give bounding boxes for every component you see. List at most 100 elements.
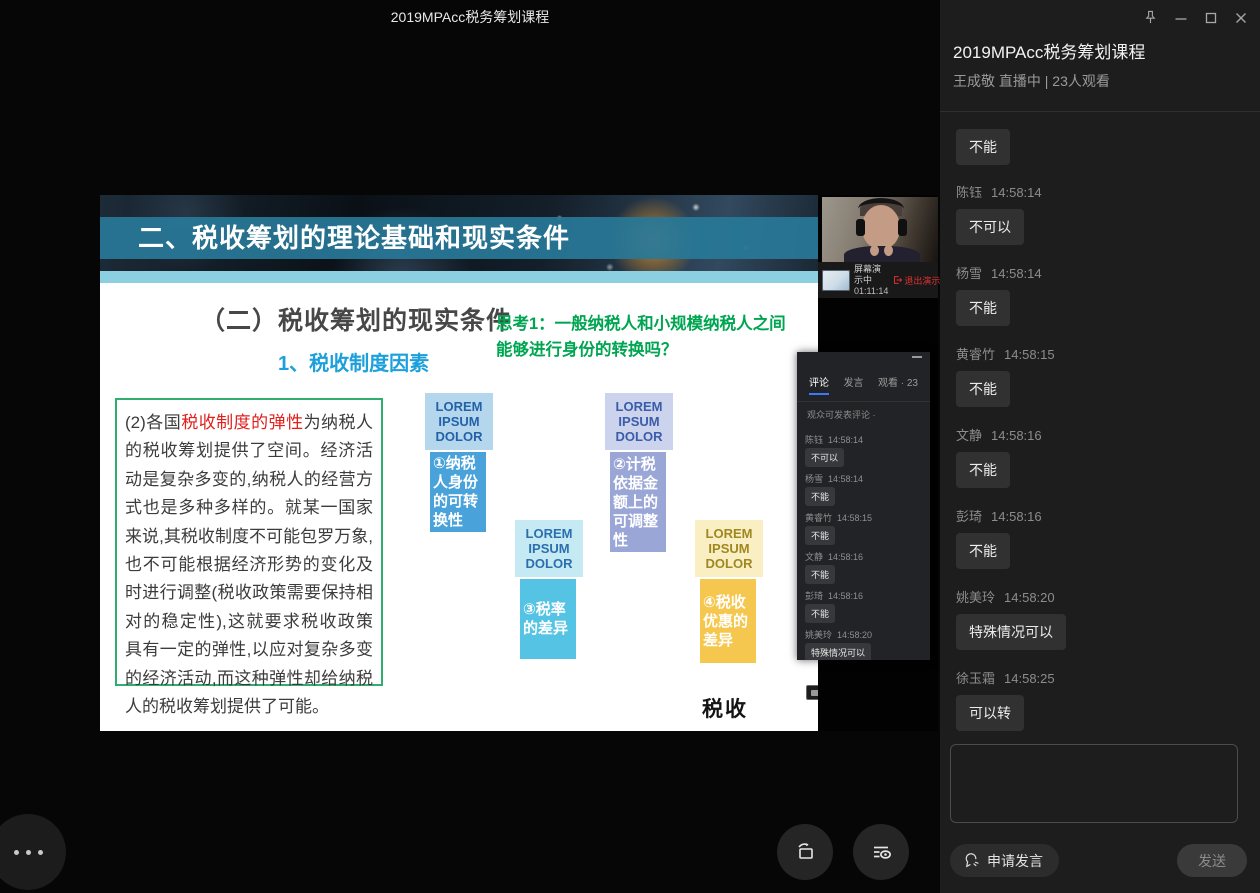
chat-time: 14:58:16 xyxy=(991,428,1042,443)
exit-icon xyxy=(892,275,902,285)
minimize-button[interactable] xyxy=(1174,11,1188,25)
message-input[interactable] xyxy=(950,744,1238,823)
floating-chat-message: 陈钰14:58:14 不可以 xyxy=(805,433,922,467)
chat-time: 14:58:16 xyxy=(991,509,1042,524)
chat-bubble: 不能 xyxy=(956,129,1010,165)
request-speak-label: 申请发言 xyxy=(987,851,1043,871)
chat-sidebar: 2019MPAcc税务筹划课程 王成敬 直播中 | 23人观看 不能 陈钰14:… xyxy=(940,0,1260,893)
window-controls xyxy=(1143,10,1248,25)
watch-list-button[interactable] xyxy=(853,824,909,880)
slide-footnote: 税收 xyxy=(702,693,748,723)
presenter-webcam xyxy=(822,197,938,262)
floating-chat-bubble: 不能 xyxy=(805,604,835,623)
floating-chat-time: 14:58:16 xyxy=(828,552,863,562)
webcam-hand-right xyxy=(884,245,893,256)
paragraph-highlight: 税收制度的弹性 xyxy=(181,413,303,432)
slide-banner-title: 二、税收筹划的理论基础和现实条件 xyxy=(100,217,818,259)
floating-chat-author: 文静 xyxy=(805,552,823,562)
chat-time: 14:58:20 xyxy=(1004,590,1055,605)
chat-message-list[interactable]: 不能 陈钰14:58:14 不可以 杨雪 14:58:14 不能 黄睿竹 14:58… xyxy=(940,112,1260,734)
chat-time: 14:58:25 xyxy=(1004,671,1055,686)
webcam-hand-left xyxy=(870,245,879,256)
chat-message: 杨雪 14:58:14 不能 xyxy=(956,263,1244,326)
concept-box-header: LOREM IPSUM DOLOR xyxy=(605,393,673,450)
presentation-slide: 二、税收筹划的理论基础和现实条件 （二）税收筹划的现实条件 1、税收制度因素 思… xyxy=(100,195,818,731)
concept-box-label: ②计税依据金额上的可调整性 xyxy=(610,452,666,552)
stream-title: 2019MPAcc税务筹划课程 xyxy=(0,7,940,27)
minimize-icon xyxy=(1174,11,1188,25)
panel-minimize-icon xyxy=(912,356,922,358)
floating-chat-bubble: 不能 xyxy=(805,487,835,506)
chat-author: 徐玉霜 xyxy=(956,671,995,686)
switch-screen-button[interactable] xyxy=(777,824,833,880)
floating-chat-author: 陈钰 xyxy=(805,435,823,445)
webcam-earcup-right xyxy=(898,219,907,236)
floating-chat-message: 黄睿竹 14:58:15 不能 xyxy=(805,511,922,545)
tray-camera-icon xyxy=(811,690,818,696)
chat-bubble: 不可以 xyxy=(956,209,1024,245)
slide-question: 思考1：一般纳税人和小规模纳税人之间 能够进行身份的转换吗？ xyxy=(496,311,811,363)
webcam-headphones xyxy=(858,198,904,220)
slide-question-line1: 思考1：一般纳税人和小规模纳税人之间 xyxy=(496,311,811,337)
chat-time: 14:58:14 xyxy=(991,266,1042,281)
screen-thumbnail xyxy=(822,270,850,291)
floating-chat-message: 彭琦14:58:16 不能 xyxy=(805,589,922,623)
close-button[interactable] xyxy=(1234,11,1248,25)
chat-bubble: 不能 xyxy=(956,452,1010,488)
request-speak-button[interactable]: 申请发言 xyxy=(950,844,1059,877)
chat-author: 黄睿竹 xyxy=(956,347,995,362)
course-title: 2019MPAcc税务筹划课程 xyxy=(953,38,1145,63)
floating-chat-bubble: 不能 xyxy=(805,526,835,545)
slide-subheading: 1、税收制度因素 xyxy=(278,347,429,376)
floating-chat-author: 黄睿竹 xyxy=(805,513,832,523)
floating-chat-message: 姚美玲14:58:20 特殊情况可以 xyxy=(805,628,922,660)
floating-chat-author: 姚美玲 xyxy=(805,630,832,640)
floating-chat-tabs: 评论 发言 观看 · 23 xyxy=(797,352,930,401)
chat-message: 陈钰14:58:14 不可以 xyxy=(956,182,1244,245)
concept-box: LOREM IPSUM DOLOR ②计税依据金额上的可调整性 xyxy=(605,393,673,552)
exit-label: 退出演示 xyxy=(904,274,940,287)
floating-chat-bubble: 不能 xyxy=(805,565,835,584)
floating-chat-bubble: 不可以 xyxy=(805,448,844,467)
concept-box: LOREM IPSUM DOLOR ④税收优惠的差异 xyxy=(695,520,763,663)
chat-bubble: 不能 xyxy=(956,533,1010,569)
chat-message: 不能 xyxy=(956,129,1244,165)
close-icon xyxy=(1234,11,1248,25)
floating-chat-message: 文静 14:58:16 不能 xyxy=(805,550,922,584)
chat-message: 徐玉霜 14:58:25 可以转 xyxy=(956,668,1244,731)
floating-chat-time: 14:58:15 xyxy=(837,513,872,523)
concept-box-label: ③税率的差异 xyxy=(520,579,576,659)
maximize-icon xyxy=(1204,11,1218,25)
maximize-button[interactable] xyxy=(1204,11,1218,25)
send-button[interactable]: 发送 xyxy=(1177,844,1247,877)
speak-icon xyxy=(962,851,981,870)
floating-chat-author: 彭琦 xyxy=(805,591,823,601)
slide-question-line2: 能够进行身份的转换吗？ xyxy=(496,337,811,363)
chat-time: 14:58:14 xyxy=(991,185,1042,200)
presenting-status-bar: 屏幕演示中 01:11:14 退出演示 xyxy=(818,262,938,298)
chat-time: 14:58:15 xyxy=(1004,347,1055,362)
chat-bubble: 特殊情况可以 xyxy=(956,614,1066,650)
pin-button[interactable] xyxy=(1143,10,1158,25)
floating-chat-time: 14:58:20 xyxy=(837,630,872,640)
tab-comments: 评论 xyxy=(809,374,829,395)
concept-box: LOREM IPSUM DOLOR ③税率的差异 xyxy=(515,520,583,659)
slide-header-strip xyxy=(100,271,818,283)
slide-paragraph-box: (2)各国税收制度的弹性为纳税人的税收筹划提供了空间。经济活动是复杂多变的,纳税… xyxy=(115,398,383,686)
list-eye-icon xyxy=(867,838,895,866)
chat-message: 文静 14:58:16 不能 xyxy=(956,425,1244,488)
chat-author: 彭琦 xyxy=(956,509,982,524)
chat-bubble: 不能 xyxy=(956,290,1010,326)
chat-bubble: 可以转 xyxy=(956,695,1024,731)
live-status: 王成敬 直播中 | 23人观看 xyxy=(953,71,1110,91)
app-window: 2019MPAcc税务筹划课程 二、税收筹划的理论基础和现实条件 （二）税收筹划… xyxy=(0,0,1260,893)
switch-screen-icon xyxy=(792,839,818,865)
floating-chat-time: 14:58:14 xyxy=(828,474,863,484)
slide-header-graphic: 二、税收筹划的理论基础和现实条件 xyxy=(100,195,818,283)
concept-box-header: LOREM IPSUM DOLOR xyxy=(515,520,583,577)
concept-box-header: LOREM IPSUM DOLOR xyxy=(425,393,493,450)
chat-author: 文静 xyxy=(956,428,982,443)
more-options-button[interactable] xyxy=(0,814,66,890)
concept-box: LOREM IPSUM DOLOR ①纳税人身份的可转换性 xyxy=(425,393,493,532)
chat-author: 杨雪 xyxy=(956,266,982,281)
